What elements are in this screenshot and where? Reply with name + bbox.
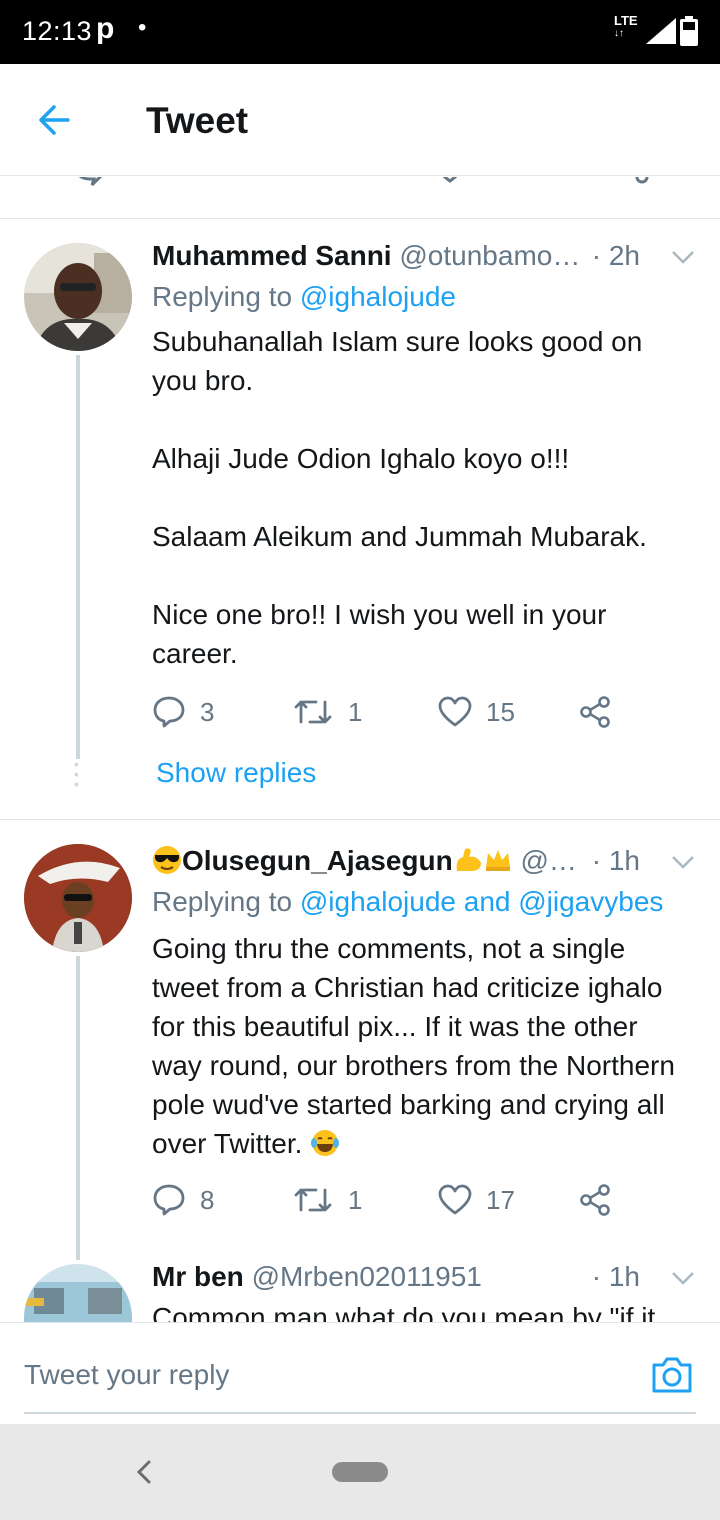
sunglasses-emoji-icon <box>153 846 181 874</box>
share-icon[interactable] <box>612 177 652 191</box>
back-button[interactable] <box>32 100 80 140</box>
reply-button[interactable]: 3 <box>152 692 214 732</box>
retweet-count: 1 <box>348 1184 363 1215</box>
tweet-text: Subuhanallah Islam sure looks good on yo… <box>152 326 647 669</box>
like-button[interactable]: 15 <box>438 692 515 732</box>
reply-tweet[interactable]: Mr ben @Mrben02011951 · 1h Common man wh… <box>0 1260 720 1322</box>
page-title: Tweet <box>146 100 249 141</box>
reply-icon <box>153 696 185 728</box>
heart-icon <box>438 696 472 727</box>
author-name-text: Olusegun_Ajasegun <box>182 845 453 876</box>
chevron-down-icon[interactable] <box>670 848 696 874</box>
share-icon <box>580 696 610 728</box>
flexed-biceps-emoji-icon <box>456 848 481 871</box>
like-icon[interactable] <box>432 177 468 189</box>
retweet-button[interactable]: 1 <box>292 1180 362 1220</box>
thread-dots-icon: • • • <box>74 756 79 792</box>
replying-to: Replying to @ighalojude <box>152 281 456 313</box>
author-name[interactable]: Muhammed Sanni <box>152 240 392 271</box>
tweet-text-content: Going thru the comments, not a single tw… <box>152 933 683 1159</box>
tweet-time: · 1h <box>585 844 640 878</box>
heart-icon <box>438 1184 472 1215</box>
crown-emoji-icon <box>485 850 510 871</box>
avatar-image <box>24 1264 132 1322</box>
retweet-button[interactable]: 1 <box>292 692 362 732</box>
reply-tweet[interactable]: Olusegun_Ajasegun @… · 1h Replying to @i… <box>0 820 720 1260</box>
tweet-text: Going thru the comments, not a single tw… <box>152 929 692 1163</box>
chevron-down-icon[interactable] <box>670 243 696 269</box>
author-handle[interactable]: @Mrben02011951 <box>252 1261 482 1292</box>
replying-to-link[interactable]: @ighalojude <box>300 281 456 312</box>
tweet-time: · 1h <box>585 1260 640 1294</box>
avatar-image <box>24 243 132 351</box>
reply-icon[interactable] <box>72 177 108 187</box>
battery-icon <box>680 16 698 46</box>
author-name[interactable]: Olusegun_Ajasegun <box>152 845 521 876</box>
tweet-actions: 3 1 15 <box>152 692 622 732</box>
system-nav-bar <box>0 1424 720 1520</box>
camera-button[interactable] <box>650 1355 694 1395</box>
avatar[interactable] <box>24 1264 132 1322</box>
share-button[interactable] <box>578 692 626 732</box>
app-notification-icon: p <box>96 12 115 45</box>
thread-line <box>76 355 80 759</box>
replying-prefix: Replying to <box>152 281 300 312</box>
arrow-left-icon <box>39 105 70 135</box>
camera-icon <box>652 1357 692 1393</box>
chevron-down-icon[interactable] <box>670 1264 696 1290</box>
retweet-icon <box>294 1188 332 1212</box>
chevron-left-icon <box>136 1460 151 1484</box>
replying-to: Replying to @ighalojude and @jigavybes <box>152 886 663 918</box>
status-bar: 12:13 p • LTE ↓↑ <box>0 0 720 64</box>
like-count: 15 <box>486 696 515 727</box>
avatar[interactable] <box>24 844 132 952</box>
retweet-count: 1 <box>348 696 363 727</box>
retweet-icon[interactable] <box>252 177 296 189</box>
author-handle[interactable]: @otunbamo… <box>399 240 580 271</box>
tweet-reply-input[interactable] <box>24 1353 624 1397</box>
replying-prefix: Replying to <box>152 886 300 917</box>
tweet-time: · 2h <box>585 239 640 273</box>
thread-line <box>76 956 80 1260</box>
reply-button[interactable]: 8 <box>152 1180 214 1220</box>
avatar-image <box>24 844 132 952</box>
input-underline <box>24 1412 696 1414</box>
like-count: 17 <box>486 1184 515 1215</box>
tweet-actions: 8 1 17 <box>152 1180 622 1220</box>
like-button[interactable]: 17 <box>438 1180 515 1220</box>
reply-icon <box>153 1184 185 1216</box>
retweet-icon <box>294 700 332 724</box>
replying-to-link[interactable]: @ighalojude and @jigavybes <box>300 886 664 917</box>
share-icon <box>580 1184 610 1216</box>
system-back-button[interactable] <box>132 1454 156 1490</box>
status-time: 12:13 <box>22 16 93 46</box>
network-type-label: LTE <box>614 13 638 28</box>
author-handle[interactable]: @… <box>521 845 577 876</box>
laughing-tears-emoji-icon <box>311 1130 340 1156</box>
reply-composer <box>0 1322 720 1424</box>
tweet-header: Mr ben @Mrben02011951 · 1h <box>152 1260 696 1294</box>
reply-tweet[interactable]: • • • Muhammed Sanni @otunbamo… · 2h Reply… <box>0 219 720 819</box>
signal-icon <box>646 18 676 44</box>
tweet-header: Muhammed Sanni @otunbamo… · 2h <box>152 239 696 273</box>
author-name[interactable]: Mr ben <box>152 1261 244 1292</box>
main-tweet-actions <box>0 177 720 219</box>
show-replies-link[interactable]: Show replies <box>156 757 316 789</box>
system-home-pill[interactable] <box>332 1462 388 1482</box>
data-activity-icon: ↓↑ <box>614 28 624 39</box>
reply-count: 8 <box>200 1184 215 1215</box>
app-bar: Tweet <box>0 64 720 176</box>
avatar[interactable] <box>24 243 132 351</box>
share-button[interactable] <box>578 1180 626 1220</box>
tweet-header: Olusegun_Ajasegun @… · 1h <box>152 844 696 878</box>
tweet-text: Common man what do you mean by "if it <box>152 1302 656 1322</box>
reply-count: 3 <box>200 696 215 727</box>
notification-dot: • <box>138 14 147 41</box>
